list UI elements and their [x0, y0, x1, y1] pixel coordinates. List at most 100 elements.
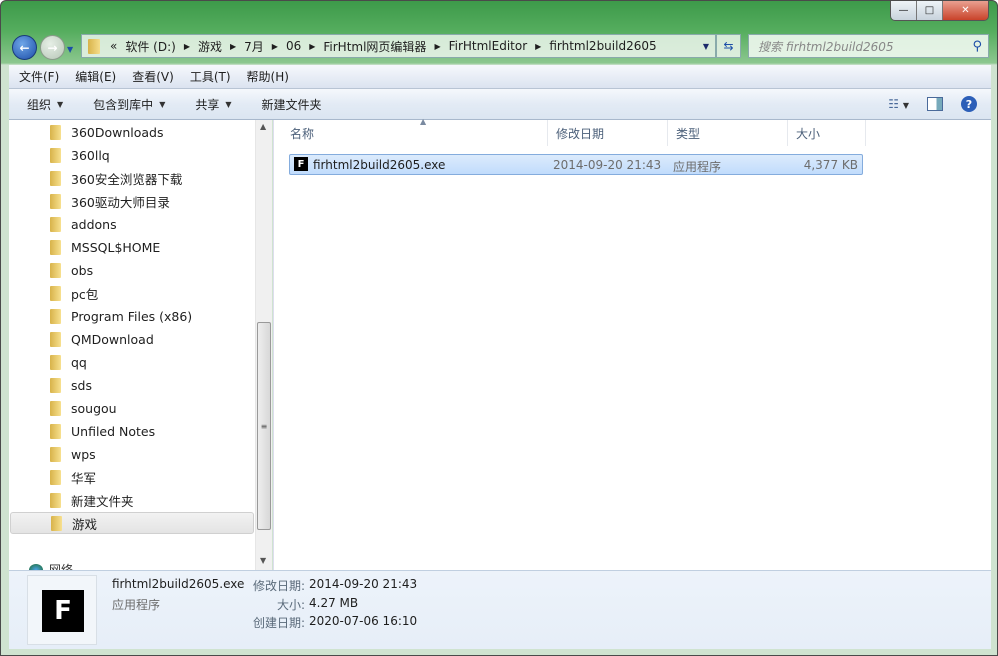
nav-folder-item[interactable]: MSSQL$HOME	[10, 236, 254, 258]
nav-folder-label: wps	[71, 447, 96, 462]
folder-icon	[50, 240, 61, 255]
folder-icon	[50, 125, 61, 140]
folder-icon	[50, 493, 61, 508]
folder-icon	[50, 447, 61, 462]
nav-folder-label: 360Downloads	[71, 125, 164, 140]
details-pane: F firhtml2build2605.exe 应用程序 修改日期: 2014-…	[9, 570, 991, 649]
folder-icon	[50, 355, 61, 370]
nav-folder-item[interactable]: wps	[10, 443, 254, 465]
breadcrumb-item[interactable]: 06	[278, 39, 309, 53]
refresh-button[interactable]: ⇆	[716, 34, 741, 58]
breadcrumb-item[interactable]: 7月	[236, 38, 272, 55]
nav-folder-item[interactable]: 新建文件夹	[10, 489, 254, 511]
breadcrumb-item[interactable]: firhtml2build2605	[541, 39, 664, 53]
file-list: 名称▲ 修改日期 类型 大小 F firhtml2build2605.exe 2…	[273, 120, 991, 570]
menu-help[interactable]: 帮助(H)	[247, 68, 289, 85]
nav-folder-label: 360驱动大师目录	[71, 192, 170, 211]
nav-folder-label: addons	[71, 217, 117, 232]
breadcrumb-item[interactable]: FirHtmlEditor	[441, 39, 536, 53]
file-modified: 2014-09-20 21:43	[553, 158, 661, 172]
scroll-up-arrow[interactable]: ▲	[260, 122, 266, 131]
modified-label: 修改日期:	[217, 577, 305, 594]
nav-folder-label: sougou	[71, 401, 117, 416]
nav-scrollbar[interactable]: ▲ ≡ ▼	[255, 120, 272, 570]
help-icon[interactable]: ?	[961, 96, 977, 112]
file-row[interactable]: F firhtml2build2605.exe 2014-09-20 21:43…	[289, 154, 863, 175]
nav-folder-item[interactable]: 华军	[10, 466, 254, 488]
column-header-type[interactable]: 类型	[668, 120, 788, 146]
chevron-down-icon: ▼	[225, 100, 231, 109]
breadcrumb-item[interactable]: 游戏	[190, 38, 230, 55]
menu-file[interactable]: 文件(F)	[19, 68, 59, 85]
breadcrumb-item[interactable]: FirHtml网页编辑器	[315, 38, 434, 55]
nav-folder-item[interactable]: 360Downloads	[10, 121, 254, 143]
nav-folder-item[interactable]: qq	[10, 351, 254, 373]
nav-folder-item[interactable]: addons	[10, 213, 254, 235]
scrollbar-thumb[interactable]: ≡	[257, 322, 271, 530]
view-options-icon[interactable]: ☷ ▼	[888, 97, 909, 111]
folder-icon	[88, 39, 100, 54]
folder-icon	[50, 470, 61, 485]
search-icon[interactable]: ⚲	[972, 39, 982, 54]
column-header-name[interactable]: 名称▲	[282, 120, 548, 146]
command-bar: 组织▼ 包含到库中▼ 共享▼ 新建文件夹 ☷ ▼ ?	[9, 89, 991, 120]
menu-edit[interactable]: 编辑(E)	[75, 68, 116, 85]
size-value: 4.27 MB	[309, 596, 358, 610]
preview-pane-icon[interactable]	[927, 97, 943, 111]
nav-folder-label: 360llq	[71, 148, 110, 163]
nav-folder-item[interactable]: 360llq	[10, 144, 254, 166]
nav-folder-label: 360安全浏览器下载	[71, 169, 182, 188]
nav-folder-item[interactable]: sds	[10, 374, 254, 396]
folder-icon	[50, 309, 61, 324]
nav-folder-item[interactable]: Program Files (x86)	[10, 305, 254, 327]
include-in-library-button[interactable]: 包含到库中▼	[93, 96, 165, 113]
nav-folder-label: sds	[71, 378, 92, 393]
nav-folder-item[interactable]: obs	[10, 259, 254, 281]
folder-icon	[50, 286, 61, 301]
maximize-button[interactable]: □	[917, 1, 943, 20]
nav-folder-item[interactable]: sougou	[10, 397, 254, 419]
exe-file-icon: F	[294, 157, 308, 171]
nav-network[interactable]: 网络	[29, 561, 73, 570]
scroll-down-arrow[interactable]: ▼	[260, 556, 266, 565]
folder-icon	[50, 424, 61, 439]
share-button[interactable]: 共享▼	[195, 96, 231, 113]
folder-icon	[50, 263, 61, 278]
organize-button[interactable]: 组织▼	[27, 96, 63, 113]
nav-folder-item[interactable]: 游戏	[10, 512, 254, 534]
nav-folder-item[interactable]: QMDownload	[10, 328, 254, 350]
nav-folder-item[interactable]: pc包	[10, 282, 254, 304]
folder-icon	[50, 148, 61, 163]
size-label: 大小:	[217, 596, 305, 613]
menu-bar: 文件(F) 编辑(E) 查看(V) 工具(T) 帮助(H)	[9, 65, 991, 89]
navigation-pane: 360Downloads 360llq 360安全浏览器下载 360驱动大师目录 add…	[9, 120, 255, 570]
column-header-modified[interactable]: 修改日期	[548, 120, 668, 146]
breadcrumb-overflow[interactable]: «	[110, 39, 117, 53]
close-button[interactable]: ✕	[943, 1, 988, 20]
address-dropdown-icon[interactable]: ▼	[703, 42, 709, 51]
breadcrumb-item[interactable]: 软件 (D:)	[117, 38, 183, 55]
nav-folder-label: obs	[71, 263, 93, 278]
nav-folder-label: 华军	[71, 468, 96, 487]
back-button[interactable]: ←	[12, 35, 37, 60]
folder-icon	[50, 401, 61, 416]
nav-folder-label: Program Files (x86)	[71, 309, 192, 324]
file-size: 4,377 KB	[804, 158, 858, 172]
nav-folder-item[interactable]: Unfiled Notes	[10, 420, 254, 442]
column-header-size[interactable]: 大小	[788, 120, 866, 146]
nav-folder-item[interactable]: 360安全浏览器下载	[10, 167, 254, 189]
recent-pages-dropdown[interactable]: ▼	[67, 45, 73, 54]
folder-icon	[51, 516, 62, 531]
modified-value: 2014-09-20 21:43	[309, 577, 417, 591]
chevron-down-icon: ▼	[57, 100, 63, 109]
new-folder-button[interactable]: 新建文件夹	[262, 96, 322, 113]
forward-button[interactable]: →	[40, 35, 65, 60]
address-bar[interactable]: « 软件 (D:)▶ 游戏▶ 7月▶ 06▶ FirHtml网页编辑器▶ Fir…	[81, 34, 716, 58]
menu-tools[interactable]: 工具(T)	[190, 68, 231, 85]
search-input[interactable]: 搜索 firhtml2build2605 ⚲	[748, 34, 989, 58]
nav-folder-label: MSSQL$HOME	[71, 240, 160, 255]
menu-view[interactable]: 查看(V)	[132, 68, 174, 85]
minimize-button[interactable]: —	[891, 1, 917, 20]
nav-folder-label: 新建文件夹	[71, 491, 134, 510]
nav-folder-item[interactable]: 360驱动大师目录	[10, 190, 254, 212]
